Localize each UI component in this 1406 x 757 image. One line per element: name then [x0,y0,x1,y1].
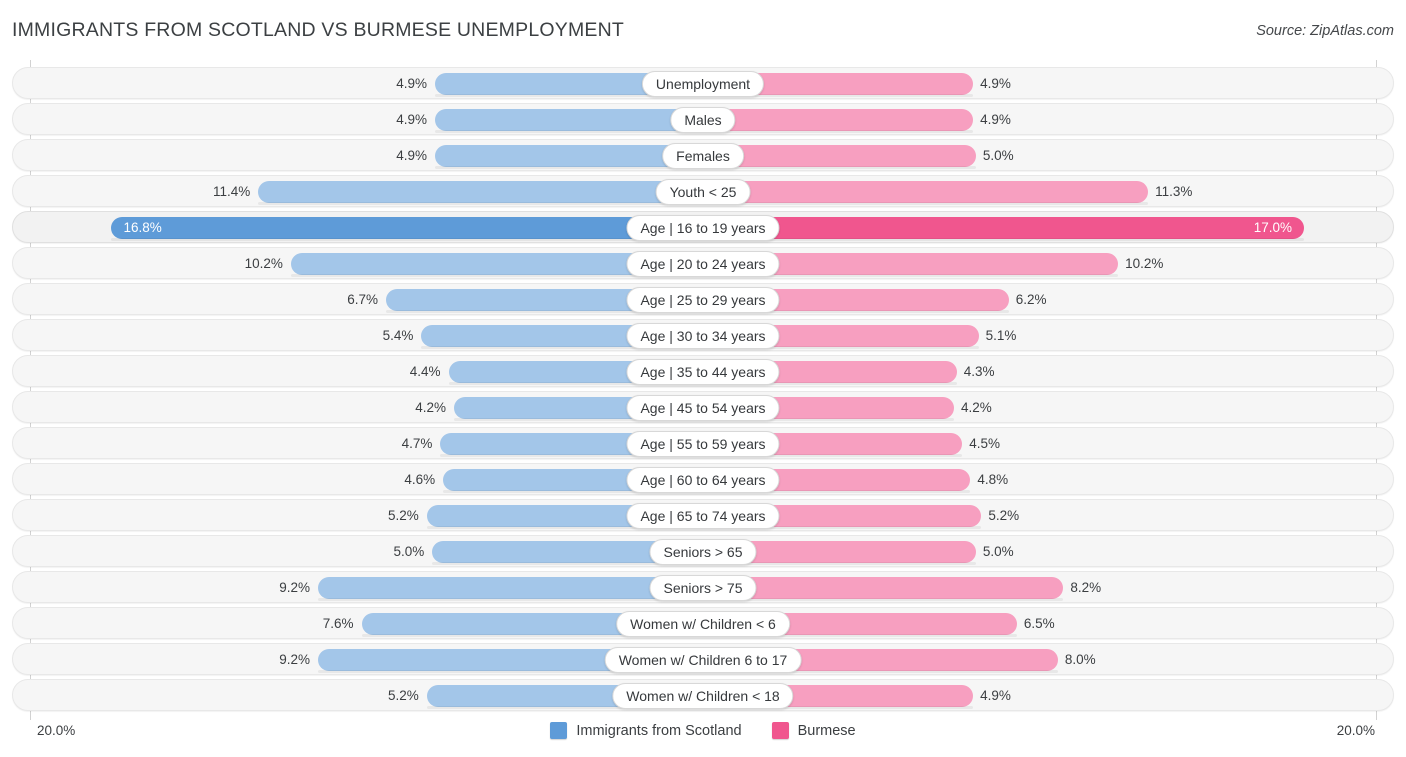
category-label-pill[interactable]: Age | 30 to 34 years [626,323,780,349]
chart-row[interactable]: 6.7% 6.2% Age | 25 to 29 years [12,283,1394,315]
value-label-burmese: 6.2% [1015,292,1047,307]
value-label-burmese: 4.9% [980,112,1011,127]
bar-burmese[interactable] [704,181,1149,205]
category-label-pill[interactable]: Age | 35 to 44 years [626,359,780,385]
chart-plot-area: 4.9% 4.9% Unemployment 4.9% 4.9% Males 4.9% 5.0… [0,60,1406,720]
category-label-pill[interactable]: Males [670,107,736,133]
value-label-burmese: 4.3% [963,364,995,379]
value-label-burmese: 11.3% [1155,184,1193,199]
value-label-burmese: 5.0% [982,148,1014,163]
category-label-pill[interactable]: Age | 16 to 19 years [626,215,780,241]
value-label-immigrants-from-scotland: 5.4% [382,328,414,343]
category-label-pill[interactable]: Women w/ Children 6 to 17 [604,647,802,673]
value-label-immigrants-from-scotland: 4.4% [409,364,441,379]
bar-burmese[interactable] [704,109,974,133]
value-label-immigrants-from-scotland: 16.8% [123,220,162,235]
legend-item-label: Immigrants from Scotland [576,722,742,739]
bar-immigrants-from-scotland[interactable] [111,217,704,241]
category-label-pill[interactable]: Women w/ Children < 18 [612,683,794,709]
chart-row[interactable]: 7.6% 6.5% Women w/ Children < 6 [12,607,1394,639]
value-label-burmese: 8.0% [1064,652,1096,667]
value-label-burmese: 5.2% [988,508,1020,523]
chart-row[interactable]: 5.4% 5.1% Age | 30 to 34 years [12,319,1394,351]
chart-row[interactable]: 9.2% 8.2% Seniors > 75 [12,571,1394,603]
bar-burmese[interactable] [704,217,1304,241]
value-label-immigrants-from-scotland: 11.4% [212,184,251,199]
category-label-pill[interactable]: Age | 60 to 64 years [626,467,780,493]
bar-immigrants-from-scotland[interactable] [258,181,704,205]
chart-row[interactable]: 5.2% 4.9% Women w/ Children < 18 [12,679,1394,711]
category-label-pill[interactable]: Age | 20 to 24 years [626,251,780,277]
value-label-immigrants-from-scotland: 4.6% [404,472,436,487]
category-label-pill[interactable]: Females [662,143,744,169]
chart-row[interactable]: 4.2% 4.2% Age | 45 to 54 years [12,391,1394,423]
value-label-burmese: 4.9% [980,76,1011,91]
chart-row[interactable]: 5.0% 5.0% Seniors > 65 [12,535,1394,567]
bar-burmese[interactable] [704,145,976,169]
chart-row[interactable]: 4.6% 4.8% Age | 60 to 64 years [12,463,1394,495]
category-label-pill[interactable]: Women w/ Children < 6 [616,611,790,637]
value-label-burmese: 4.9% [980,688,1011,703]
chart-row[interactable]: 9.2% 8.0% Women w/ Children 6 to 17 [12,643,1394,675]
value-label-immigrants-from-scotland: 9.2% [279,652,311,667]
value-label-immigrants-from-scotland: 4.9% [396,76,427,91]
category-label-pill[interactable]: Seniors > 75 [649,575,757,601]
chart-row[interactable]: 4.9% 4.9% Males [12,103,1394,135]
value-label-immigrants-from-scotland: 4.7% [401,436,433,451]
legend-item-label: Burmese [797,722,856,739]
value-label-burmese: 4.8% [977,472,1009,487]
category-label-pill[interactable]: Age | 55 to 59 years [626,431,780,457]
legend-swatch-icon [550,722,568,739]
value-label-burmese: 5.0% [982,544,1014,559]
bar-immigrants-from-scotland[interactable] [434,109,705,133]
value-label-immigrants-from-scotland: 5.0% [393,544,425,559]
value-label-burmese: 6.5% [1023,616,1055,631]
category-label-pill[interactable]: Age | 65 to 74 years [626,503,780,529]
value-label-burmese: 4.5% [969,436,1000,451]
value-label-immigrants-from-scotland: 5.2% [388,688,419,703]
category-label-pill[interactable]: Age | 45 to 54 years [626,395,780,421]
chart-legend: Immigrants from Scotland Burmese [0,722,1406,739]
chart-row[interactable]: 5.2% 5.2% Age | 65 to 74 years [12,499,1394,531]
value-label-burmese: 10.2% [1125,256,1164,271]
value-label-immigrants-from-scotland: 4.9% [396,148,427,163]
value-label-immigrants-from-scotland: 5.2% [388,508,419,523]
value-label-burmese: 17.0% [1253,220,1292,235]
category-label-pill[interactable]: Seniors > 65 [649,539,757,565]
page-title: IMMIGRANTS FROM SCOTLAND VS BURMESE UNEM… [12,19,624,41]
chart-row[interactable]: 4.7% 4.5% Age | 55 to 59 years [12,427,1394,459]
legend-swatch-icon [771,722,789,739]
chart-row[interactable]: 4.4% 4.3% Age | 35 to 44 years [12,355,1394,387]
value-label-immigrants-from-scotland: 6.7% [347,292,379,307]
bar-immigrants-from-scotland[interactable] [318,577,704,601]
category-label-pill[interactable]: Age | 25 to 29 years [626,287,780,313]
value-label-burmese: 8.2% [1070,580,1102,595]
value-label-immigrants-from-scotland: 10.2% [244,256,283,271]
category-label-pill[interactable]: Unemployment [641,71,765,97]
value-label-immigrants-from-scotland: 9.2% [279,580,311,595]
chart-footer: 20.0% 20.0% Immigrants from Scotland Burm… [0,718,1406,757]
value-label-immigrants-from-scotland: 4.9% [396,112,427,127]
chart-row[interactable]: 11.4% 11.3% Youth < 25 [12,175,1394,207]
chart-page: IMMIGRANTS FROM SCOTLAND VS BURMESE UNEM… [0,0,1406,757]
legend-item[interactable]: Burmese [771,722,856,739]
category-label-pill[interactable]: Youth < 25 [655,179,751,205]
value-label-immigrants-from-scotland: 4.2% [415,400,446,415]
value-label-burmese: 4.2% [961,400,992,415]
bar-burmese[interactable] [704,577,1064,601]
chart-row[interactable]: 4.9% 4.9% Unemployment [12,67,1394,99]
chart-row[interactable]: 10.2% 10.2% Age | 20 to 24 years [12,247,1394,279]
chart-row[interactable]: 4.9% 5.0% Females [12,139,1394,171]
source-attribution: Source: ZipAtlas.com [1256,23,1394,39]
value-label-burmese: 5.1% [985,328,1017,343]
value-label-immigrants-from-scotland: 7.6% [322,616,354,631]
legend-item[interactable]: Immigrants from Scotland [550,722,742,739]
chart-row[interactable]: 16.8% 17.0% Age | 16 to 19 years [12,211,1394,243]
